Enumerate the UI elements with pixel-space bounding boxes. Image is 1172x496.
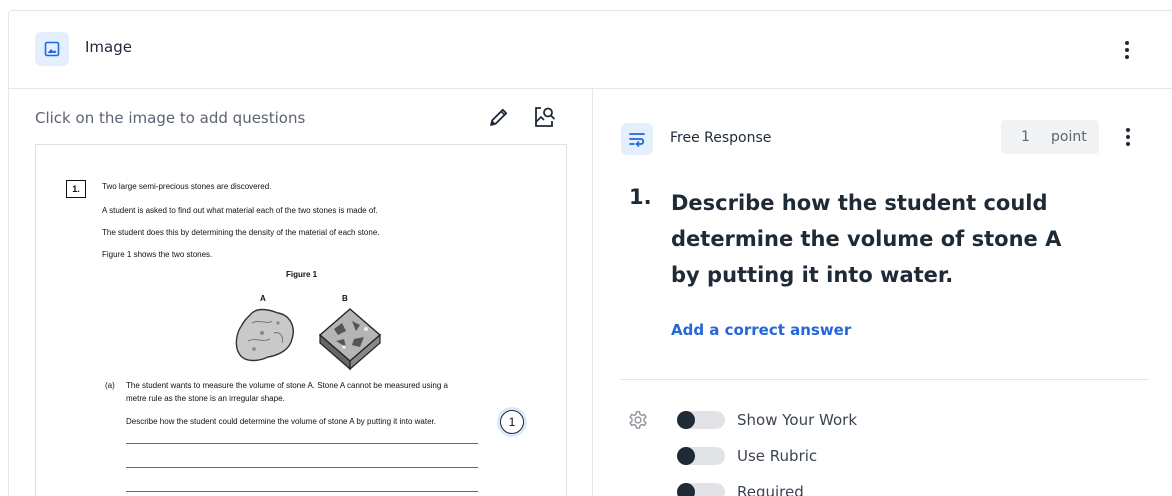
worksheet-line: A student is asked to find out what mate… <box>102 206 378 215</box>
image-hint: Click on the image to add questions <box>35 109 306 127</box>
points-field[interactable]: 1 point <box>1001 120 1099 154</box>
figure-label-b: B <box>342 294 348 303</box>
card-title: Image <box>85 38 132 56</box>
toggle-label: Use Rubric <box>737 447 818 465</box>
worksheet-line: The student does this by determining the… <box>102 228 380 237</box>
question-more-options-icon[interactable] <box>1123 128 1133 146</box>
card-header: Image <box>9 11 1172 89</box>
question-type-label: Free Response <box>670 130 772 146</box>
worksheet-line: Describe how the student could determine… <box>126 417 436 426</box>
question-panel: Free Response 1 point 1. Describe how th… <box>593 89 1172 496</box>
answer-line <box>126 467 478 468</box>
add-correct-answer-link[interactable]: Add a correct answer <box>671 321 851 339</box>
question-marker[interactable]: 1 <box>500 410 524 434</box>
question-index: 1. <box>629 185 652 209</box>
question-text[interactable]: Describe how the student could determine… <box>671 185 1081 293</box>
toggle-label: Show Your Work <box>737 411 858 429</box>
stone-a-illustration <box>235 308 294 362</box>
points-unit: point <box>1051 129 1087 145</box>
toggle-label: Required <box>737 483 804 496</box>
worksheet-line: metre rule as the stone is an irregular … <box>126 394 285 403</box>
question-number-box: 1. <box>66 180 86 198</box>
worksheet-line: The student wants to measure the volume … <box>126 381 448 390</box>
figure-title: Figure 1 <box>286 270 318 279</box>
card-more-options-icon[interactable] <box>1122 41 1132 59</box>
toggle-show-your-work[interactable]: Show Your Work <box>677 411 857 429</box>
toggle-switch[interactable] <box>677 483 725 496</box>
image-question-card: Image Click on the image to add question… <box>8 10 1172 496</box>
scan-questions-icon[interactable] <box>531 104 557 130</box>
stone-b-illustration <box>318 308 382 371</box>
worksheet-line: Figure 1 shows the two stones. <box>102 250 213 259</box>
toggle-use-rubric[interactable]: Use Rubric <box>677 447 817 465</box>
figure-label-a: A <box>260 294 266 303</box>
image-icon <box>35 32 69 66</box>
answer-line <box>126 491 478 492</box>
divider <box>621 379 1149 380</box>
free-response-icon <box>621 123 653 155</box>
toggle-switch[interactable] <box>677 411 725 429</box>
toggle-required[interactable]: Required <box>677 483 804 496</box>
points-value[interactable]: 1 <box>1021 129 1030 145</box>
toggle-switch[interactable] <box>677 447 725 465</box>
image-panel: Click on the image to add questions 1. T… <box>9 89 593 496</box>
pencil-icon[interactable] <box>487 105 511 129</box>
worksheet-image[interactable]: 1. Two large semi-precious stones are di… <box>35 144 567 496</box>
gear-icon[interactable] <box>627 409 649 431</box>
worksheet-line: Two large semi-precious stones are disco… <box>102 182 272 191</box>
answer-line <box>126 443 478 444</box>
part-label: (a) <box>105 381 115 390</box>
